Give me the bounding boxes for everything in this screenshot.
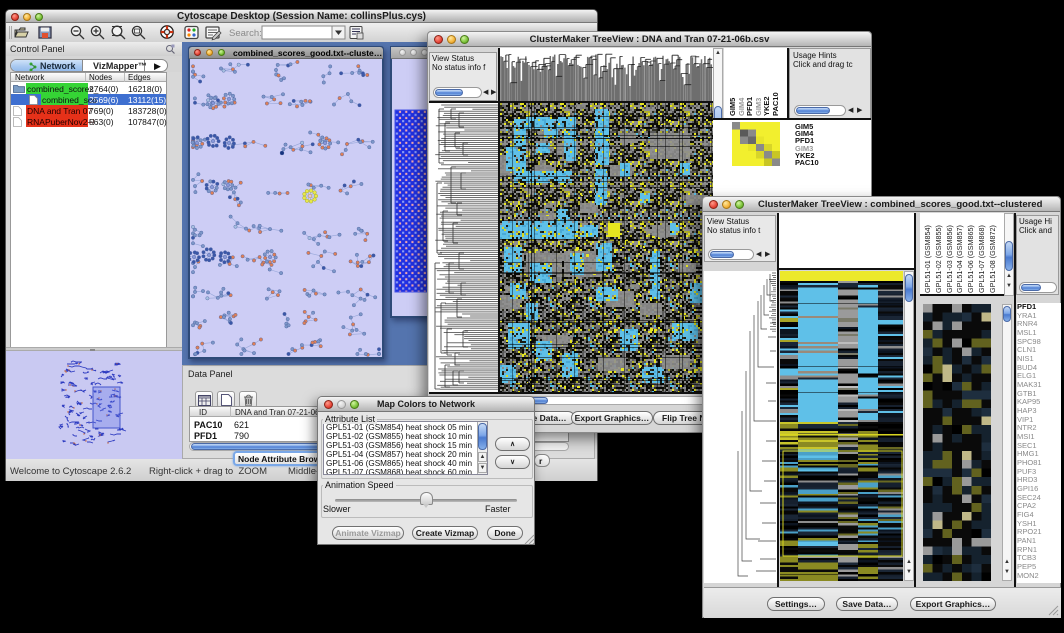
svg-text:Search:: Search: — [229, 28, 262, 39]
